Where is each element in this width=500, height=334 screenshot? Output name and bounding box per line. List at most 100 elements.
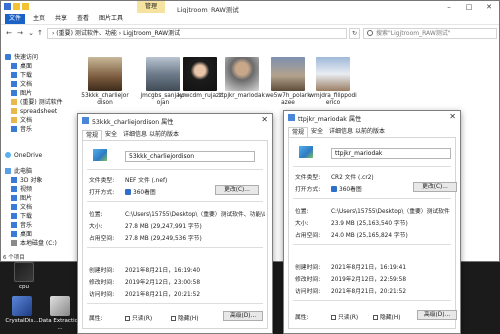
video-icon [11, 186, 17, 192]
divider [87, 303, 263, 304]
navigation-pane: 快速访问 桌面 下载 文档 图片 (重要) 测试软件 spreadsheet 文… [1, 47, 63, 255]
desktop-icon-cpu[interactable]: cpu [2, 262, 46, 291]
tab-view[interactable]: 查看 [73, 14, 93, 24]
cpu-app-icon [14, 262, 34, 282]
tab-general[interactable]: 常规 [82, 130, 103, 140]
nav-item-pc-desktop[interactable]: 桌面 [11, 230, 32, 239]
image-file-icon [82, 117, 89, 124]
nav-label: 视频 [20, 186, 33, 193]
nav-onedrive[interactable]: OneDrive [5, 151, 42, 160]
nav-item-pc-music[interactable]: 音乐 [11, 221, 32, 230]
image-thumbnail [146, 57, 180, 91]
back-arrow-icon[interactable]: ← [4, 28, 14, 38]
file-name-field[interactable]: ttpjkr_mariodak [331, 148, 451, 159]
nav-item-docs[interactable]: 文档 [11, 116, 32, 125]
music-icon [11, 222, 17, 228]
folder-icon [11, 108, 17, 114]
nav-item-pc-pictures[interactable]: 图片 [11, 194, 32, 203]
modified-value: 2019年2月12日，22:59:58 [331, 277, 407, 283]
minimize-button[interactable]: – [441, 1, 457, 13]
nav-item-local-disk[interactable]: 本地磁盘 (C:) [11, 239, 57, 248]
divider [87, 247, 263, 248]
nav-item-3d[interactable]: 3D 对象 [11, 176, 42, 185]
disk-size-value: 24.0 MB (25,165,824 字节) [331, 233, 408, 239]
label: 修改时间: [295, 277, 321, 283]
file-list: 53kkk_charliejordison jmcgbs_sanjayrojan… [56, 41, 500, 117]
nav-this-pc[interactable]: 此电脑 [5, 167, 32, 176]
file-item[interactable]: wmjdra_filippodierico [309, 57, 357, 107]
file-name: 53kkk_charliejordison [81, 93, 129, 106]
label: 文件类型: [89, 178, 115, 184]
tab-home[interactable]: 主页 [29, 14, 49, 24]
search-input[interactable]: 搜索"Ligjtroom_RAW测试" [363, 28, 497, 39]
nav-item-important[interactable]: (重要) 测试软件 [11, 98, 63, 107]
nav-item-music[interactable]: 音乐 [11, 125, 32, 134]
label: 访问时间: [89, 292, 115, 298]
folder-quick-access-icon[interactable] [4, 3, 11, 10]
tab-general[interactable]: 常规 [288, 127, 309, 137]
data-extraction-app-icon [50, 296, 70, 316]
tab-previous-versions[interactable]: 以前的版本 [146, 130, 182, 140]
close-icon[interactable]: ✕ [261, 115, 268, 124]
file-item[interactable]: we5w7h_polarkazee [264, 57, 312, 107]
label: 文件类型: [295, 175, 321, 181]
file-name: kowcdm_rujazz [177, 93, 223, 99]
nav-item-spreadsheet[interactable]: spreadsheet [11, 107, 57, 116]
file-item[interactable]: kowcdm_rujazz [176, 57, 224, 100]
label: 打开方式: [295, 187, 321, 193]
nav-label: 文档 [20, 117, 33, 124]
change-button[interactable]: 更改(C)... [413, 182, 457, 192]
nav-item-desktop[interactable]: 桌面 [11, 62, 32, 71]
nav-item-videos[interactable]: 视频 [11, 185, 32, 194]
nav-item-pc-documents[interactable]: 文档 [11, 203, 32, 212]
hidden-checkbox[interactable]: 隐藏(H) [171, 313, 198, 322]
checkbox-icon [331, 315, 336, 320]
image-file-icon [288, 114, 295, 121]
image-thumbnail [271, 57, 305, 91]
forward-arrow-icon[interactable]: → [15, 28, 25, 38]
address-field[interactable]: › (重要) 测试软件、功能 › Ligjtroom_RAW测试 [47, 28, 347, 39]
refresh-icon[interactable]: ↻ [349, 28, 360, 39]
advanced-button[interactable]: 高级(D)... [223, 311, 263, 321]
close-icon[interactable]: ✕ [449, 112, 456, 121]
tab-share[interactable]: 共享 [51, 14, 71, 24]
open-with-label: 360看图 [133, 190, 156, 196]
tab-previous-versions[interactable]: 以前的版本 [352, 127, 388, 137]
status-bar: 6 个项目 [3, 255, 25, 261]
nav-label: 下载 [20, 213, 33, 220]
close-button[interactable]: ✕ [481, 1, 497, 13]
checkbox-label: 只读(R) [132, 316, 153, 322]
change-button[interactable]: 更改(C)... [215, 185, 259, 195]
file-type-value: NEF 文件 (.nef) [125, 178, 168, 184]
nav-quick-access[interactable]: 快速访问 [5, 53, 38, 62]
nav-item-pc-downloads[interactable]: 下载 [11, 212, 32, 221]
readonly-checkbox[interactable]: 只读(R) [331, 312, 358, 321]
file-name-field[interactable]: 53kkk_charliejordison [125, 151, 255, 162]
file-name: wmjdra_filippodierico [309, 93, 357, 106]
properties-dialog-left: 53kkk_charliejordison 属性 ✕ 常规 安全 详细信息 以前… [77, 113, 273, 334]
nav-label: 此电脑 [14, 168, 33, 175]
tab-security[interactable]: 安全 [102, 130, 120, 140]
nav-item-documents[interactable]: 文档 [11, 80, 32, 89]
nav-item-downloads[interactable]: 下载 [11, 71, 32, 80]
label: 大小: [89, 224, 103, 230]
hidden-checkbox[interactable]: 隐藏(H) [373, 312, 400, 321]
maximize-button[interactable]: □ [461, 1, 477, 13]
desktop-icon-data-extraction[interactable]: Data Extraction ... [38, 296, 82, 332]
manage-context-tab[interactable]: 管理 [137, 1, 165, 13]
readonly-checkbox[interactable]: 只读(R) [125, 313, 152, 322]
nav-label: 图片 [20, 90, 33, 97]
music-icon [11, 126, 17, 132]
file-item-selected[interactable]: ttpjkr_mariodak [218, 57, 266, 100]
up-arrow-icon[interactable]: ↑ [35, 28, 45, 38]
nav-item-pictures[interactable]: 图片 [11, 89, 32, 98]
advanced-button[interactable]: 高级(D)... [417, 310, 457, 320]
tab-file[interactable]: 文件 [5, 14, 26, 24]
file-item[interactable]: 53kkk_charliejordison [81, 57, 129, 107]
properties-quick-access-icon[interactable] [13, 3, 20, 10]
checkbox-icon [171, 316, 176, 321]
tab-security[interactable]: 安全 [308, 127, 326, 137]
checkbox-label: 隐藏(H) [178, 316, 199, 322]
new-folder-quick-access-icon[interactable] [22, 3, 29, 10]
tab-picture-tools[interactable]: 图片工具 [95, 14, 127, 24]
